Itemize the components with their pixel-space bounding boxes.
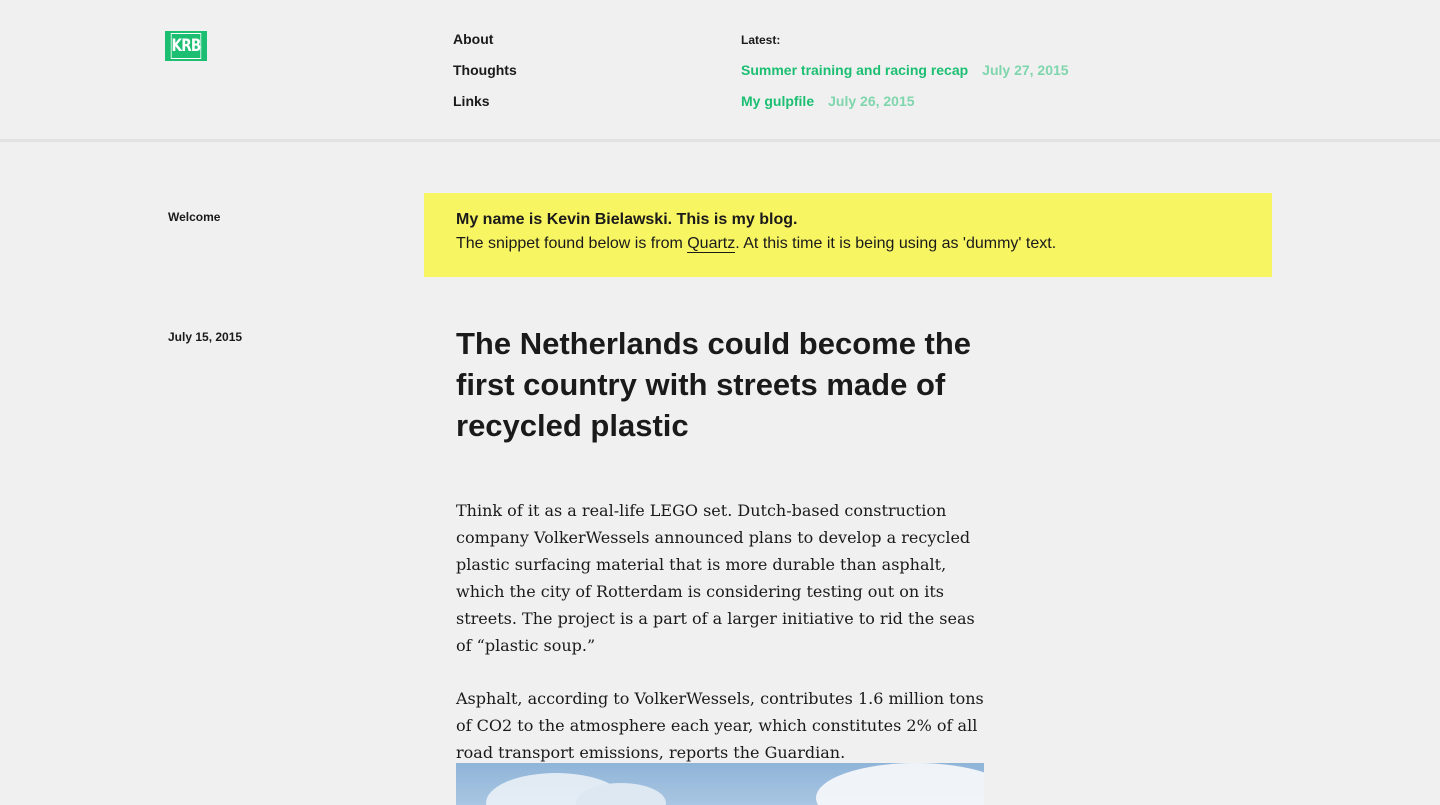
article-image [456, 763, 984, 805]
logo-text: KRB [170, 33, 201, 59]
site-header: KRB About Thoughts Links Latest: Summer … [0, 0, 1440, 142]
site-logo[interactable]: KRB [165, 31, 207, 61]
latest-heading: Latest: [741, 33, 781, 47]
welcome-note: The snippet found below is from Quartz. … [456, 231, 1240, 257]
latest-post-date: July 27, 2015 [982, 62, 1069, 78]
article-body: Think of it as a real-life LEGO set. Dut… [456, 497, 986, 792]
welcome-banner: My name is Kevin Bielawski. This is my b… [424, 193, 1272, 277]
article-paragraph: Asphalt, according to VolkerWessels, con… [456, 689, 984, 762]
latest-post-date: July 26, 2015 [828, 93, 915, 109]
quartz-link[interactable]: Quartz [687, 235, 736, 253]
latest-post-link[interactable]: My gulpfile [741, 93, 814, 109]
latest-post-item: My gulpfile July 26, 2015 [741, 92, 1069, 123]
latest-post-link[interactable]: Summer training and racing recap [741, 62, 968, 78]
welcome-note-text-end: . At this time it is being using as 'dum… [735, 235, 1057, 252]
article-paragraph: Think of it as a real-life LEGO set. Dut… [456, 501, 975, 655]
latest-posts: Latest: Summer training and racing recap… [741, 32, 1069, 123]
latest-post-item: Summer training and racing recap July 27,… [741, 61, 1069, 92]
welcome-note-text: The snippet found below is from [456, 235, 688, 252]
nav-link-thoughts[interactable]: Thoughts [453, 61, 517, 92]
main-nav: About Thoughts Links [453, 30, 517, 123]
cloud-shape [816, 763, 984, 805]
nav-link-links[interactable]: Links [453, 92, 517, 123]
welcome-intro: My name is Kevin Bielawski. This is my b… [456, 211, 798, 228]
article-title[interactable]: The Netherlands could become the first c… [456, 323, 976, 446]
nav-link-about[interactable]: About [453, 30, 517, 61]
welcome-label: Welcome [168, 210, 221, 224]
article-date: July 15, 2015 [168, 330, 243, 344]
